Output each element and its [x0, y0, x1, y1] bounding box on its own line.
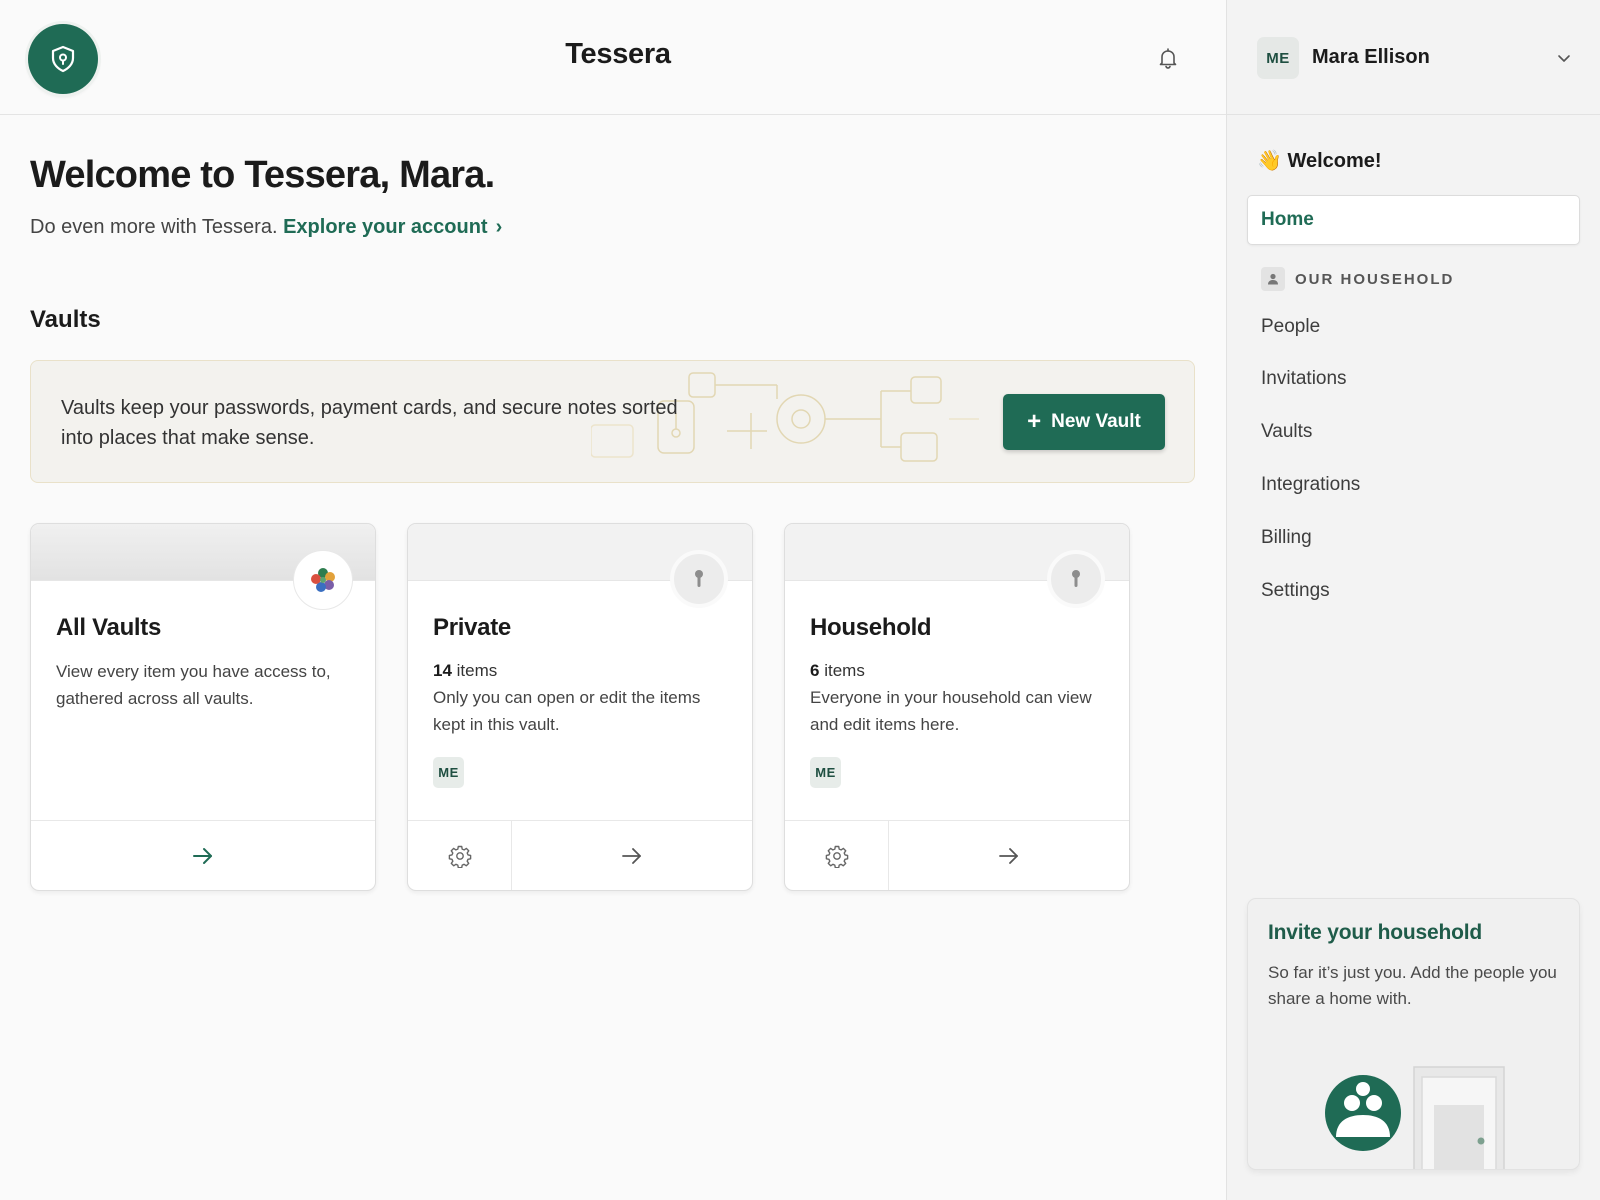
household-illustration: [1325, 1066, 1505, 1169]
sidebar-item-invitations[interactable]: Invitations: [1261, 368, 1347, 390]
open-vault-button[interactable]: [889, 821, 1129, 890]
sidebar-item-people[interactable]: People: [1261, 316, 1320, 338]
card-title: Private: [433, 614, 511, 641]
vaults-info-banner: Vaults keep your passwords, payment card…: [30, 360, 1195, 483]
household-group-label: OUR HOUSEHOLD: [1295, 270, 1455, 288]
vault-card-all[interactable]: All Vaults View every item you have acce…: [30, 523, 376, 891]
sidebar-item-home[interactable]: Home: [1247, 195, 1580, 245]
item-count: 6 items: [810, 661, 865, 681]
chevron-right-icon[interactable]: ›: [496, 216, 503, 238]
item-count: 14 items: [433, 661, 497, 681]
vault-settings-button[interactable]: [408, 821, 512, 890]
arrow-right-icon: [193, 847, 212, 864]
open-vault-button[interactable]: [512, 821, 752, 890]
sidebar-item-settings[interactable]: Settings: [1261, 580, 1330, 602]
arrow-right-icon: [622, 847, 641, 864]
member-avatar: ME: [433, 757, 464, 788]
new-vault-label: New Vault: [1051, 411, 1141, 432]
card-title: All Vaults: [56, 614, 162, 641]
open-vault-button[interactable]: [31, 821, 375, 890]
welcome-heading: Welcome to Tessera, Mara.: [30, 154, 495, 196]
card-footer: [31, 820, 375, 890]
keyhole-icon: [670, 550, 728, 608]
vault-card-household[interactable]: Household 6 items Everyone in your house…: [784, 523, 1130, 891]
user-name: Mara Ellison: [1312, 46, 1430, 68]
member-avatar: ME: [810, 757, 841, 788]
keyhole-icon: [1047, 550, 1105, 608]
card-description: View every item you have access to, gath…: [56, 662, 331, 708]
card-description: Only you can open or edit the items kept…: [433, 688, 701, 734]
person-icon: [1261, 267, 1285, 291]
item-count-number: 14: [433, 661, 452, 680]
top-header: Tessera: [0, 0, 1226, 115]
color-cluster-icon: [293, 550, 353, 610]
vaults-section-title: Vaults: [30, 306, 101, 333]
item-count-label: items: [456, 661, 498, 680]
sidebar-item-billing[interactable]: Billing: [1261, 527, 1312, 549]
invite-household-card[interactable]: Invite your household So far it’s just y…: [1247, 898, 1580, 1170]
sidebar-item-vaults[interactable]: Vaults: [1261, 421, 1312, 443]
bell-icon[interactable]: [1156, 46, 1180, 70]
plus-icon: +: [1027, 408, 1042, 435]
banner-text: Vaults keep your passwords, payment card…: [61, 397, 678, 449]
account-switcher[interactable]: ME Mara Ellison: [1227, 0, 1600, 115]
sidebar-welcome: 👋 Welcome!: [1257, 148, 1382, 173]
invite-title: Invite your household: [1268, 921, 1482, 944]
card-footer: [408, 820, 752, 890]
gear-icon: [825, 845, 848, 868]
chevron-down-icon[interactable]: [1556, 50, 1572, 66]
sidebar-item-integrations[interactable]: Integrations: [1261, 474, 1360, 496]
waving-hand-icon: 👋: [1257, 150, 1282, 172]
app-title: Tessera: [565, 38, 671, 70]
welcome-subline: Do even more with Tessera. Explore your …: [30, 216, 502, 239]
user-avatar: ME: [1257, 37, 1299, 79]
gear-icon: [448, 845, 471, 868]
card-description: Everyone in your household can view and …: [810, 688, 1092, 734]
explore-account-link[interactable]: Explore your account: [283, 216, 488, 238]
new-vault-button[interactable]: + New Vault: [1003, 394, 1165, 450]
right-sidebar: ME Mara Ellison 👋 Welcome! Home OUR HOUS…: [1226, 0, 1600, 1200]
vault-settings-button[interactable]: [785, 821, 889, 890]
household-group-header: OUR HOUSEHOLD: [1261, 267, 1454, 291]
item-count-number: 6: [810, 661, 820, 680]
sidebar-welcome-text: Welcome!: [1287, 150, 1382, 172]
subline-text: Do even more with Tessera.: [30, 216, 278, 238]
card-footer: [785, 820, 1129, 890]
arrow-right-icon: [999, 847, 1018, 864]
item-count-label: items: [824, 661, 865, 680]
card-title: Household: [810, 614, 932, 641]
vault-card-private[interactable]: Private 14 items Only you can open or ed…: [407, 523, 753, 891]
invite-description: So far it’s just you. Add the people you…: [1268, 963, 1557, 1008]
